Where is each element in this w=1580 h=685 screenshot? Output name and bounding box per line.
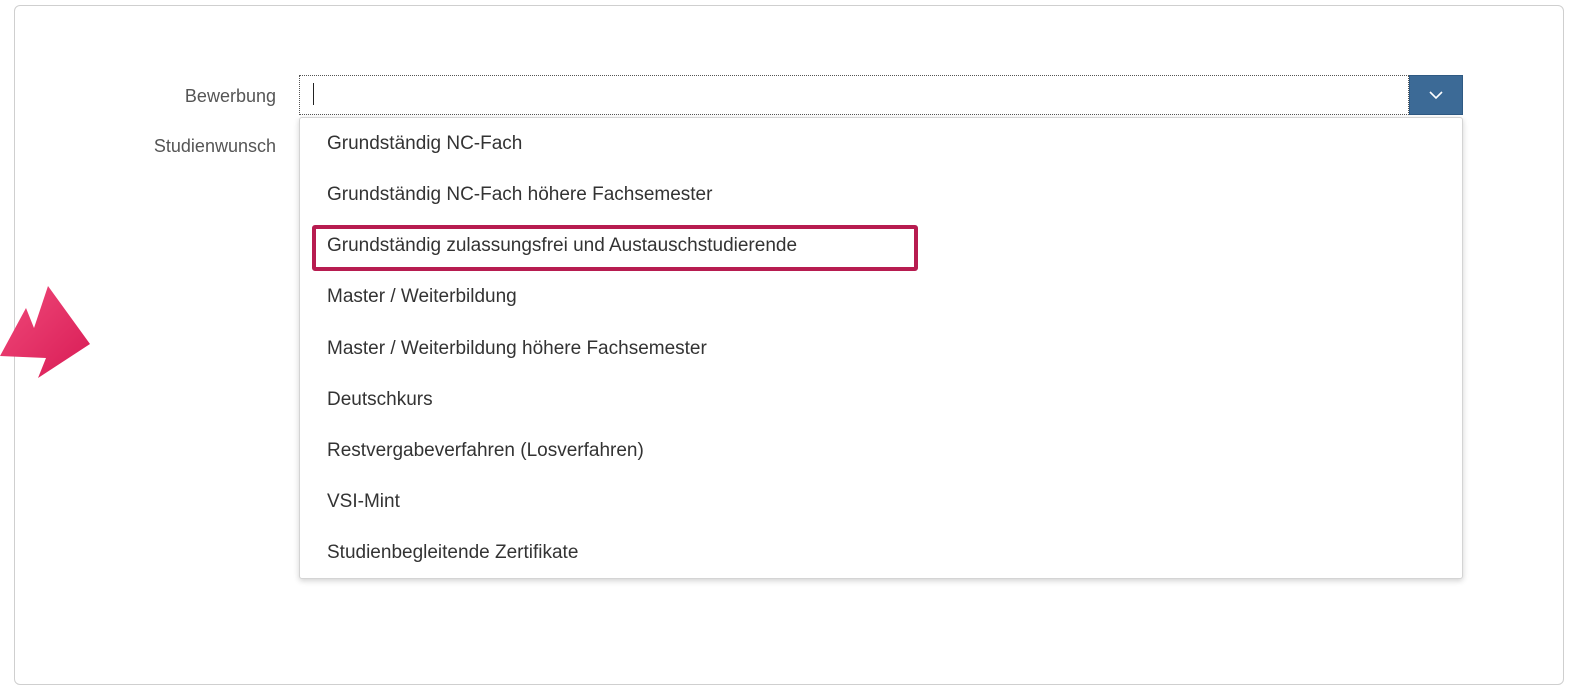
bewerbung-label: Bewerbung [184, 86, 276, 106]
text-cursor [313, 83, 314, 105]
dropdown-toggle-button[interactable] [1409, 75, 1463, 115]
dropdown-option[interactable]: Master / Weiterbildung [300, 271, 1462, 322]
chevron-down-icon [1429, 91, 1443, 100]
dropdown-option[interactable]: Grundständig zulassungsfrei und Austausc… [300, 220, 1462, 271]
dropdown-option[interactable]: Grundständig NC-Fach höhere Fachsemester [300, 169, 1462, 220]
bewerbung-dropdown-list: Grundständig NC-Fach Grundständig NC-Fac… [299, 117, 1463, 579]
dropdown-option[interactable]: Deutschkurs [300, 374, 1462, 425]
bewerbung-combobox[interactable] [299, 75, 1463, 115]
dropdown-option[interactable]: Studienbegleitende Zertifikate [300, 527, 1462, 578]
dropdown-option[interactable]: Master / Weiterbildung höhere Fachsemest… [300, 323, 1462, 374]
studienwunsch-label: Studienwunsch [153, 136, 276, 156]
bewerbung-input[interactable] [299, 75, 1409, 115]
dropdown-option[interactable]: VSI-Mint [300, 476, 1462, 527]
dropdown-option[interactable]: Grundständig NC-Fach [300, 118, 1462, 169]
dropdown-option[interactable]: Restvergabeverfahren (Losverfahren) [300, 425, 1462, 476]
pointer-arrow-icon [0, 286, 90, 378]
